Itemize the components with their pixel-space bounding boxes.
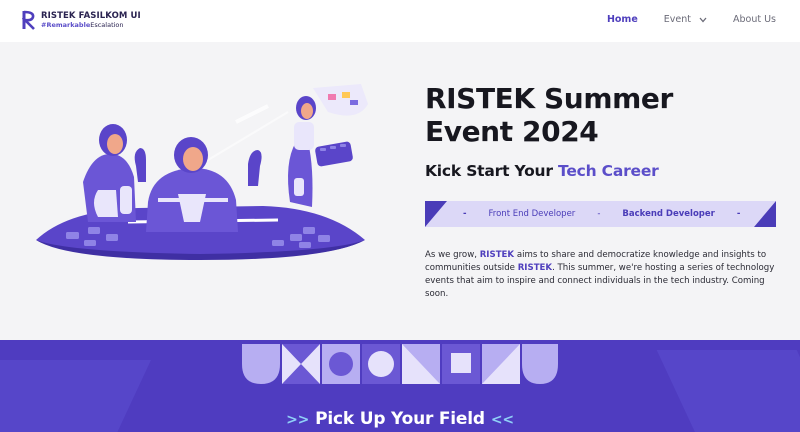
- role-bar-left-triangle: [425, 201, 447, 227]
- role-item-frontend: Front End Developer: [488, 209, 576, 219]
- role-item-backend: Backend Developer: [622, 209, 715, 219]
- double-chevron-left-icon: <<: [490, 412, 514, 428]
- nav-links: Home Event About Us: [581, 14, 776, 25]
- role-separator: -: [597, 209, 601, 219]
- pick-field-heading: >> Pick Up Your Field <<: [0, 409, 800, 429]
- ristek-logo-icon: [22, 10, 35, 30]
- hero-title-line-1: RISTEK Summer: [425, 82, 673, 115]
- hero-illustration: [36, 84, 368, 260]
- top-navbar: RISTEK FASILKOM UI #RemarkableEscalation…: [0, 0, 800, 42]
- hero-subtitle-accent: Tech Career: [558, 162, 659, 180]
- role-bar-right-triangle: [754, 201, 776, 227]
- nav-link-event[interactable]: Event: [664, 14, 707, 25]
- hero-title: RISTEK Summer Event 2024: [425, 82, 785, 148]
- brand-tagline: #RemarkableEscalation: [41, 21, 124, 29]
- role-separator: -: [736, 209, 741, 219]
- pick-field-section: >> Pick Up Your Field <<: [0, 340, 800, 432]
- chevron-down-icon: [699, 17, 707, 22]
- hero-title-line-2: Event 2024: [425, 115, 599, 148]
- hero-subtitle-prefix: Kick Start Your: [425, 162, 559, 180]
- hero-description: As we grow, RISTEK aims to share and dem…: [425, 250, 775, 299]
- pick-field-title: Pick Up Your Field: [315, 409, 485, 429]
- role-separator: -: [463, 209, 467, 219]
- nav-link-home[interactable]: Home: [607, 14, 638, 25]
- role-items: - Front End Developer - Backend Develope…: [463, 201, 740, 227]
- double-chevron-right-icon: >>: [286, 412, 310, 428]
- nav-link-about[interactable]: About Us: [733, 14, 776, 25]
- hero-subtitle: Kick Start Your Tech Career: [425, 162, 659, 180]
- brand-name: RISTEK FASILKOM UI: [41, 10, 141, 21]
- nav-link-event-label: Event: [663, 14, 691, 25]
- geometric-shapes-decoration: [242, 344, 558, 384]
- role-marquee: - Front End Developer - Backend Develope…: [425, 201, 776, 227]
- brand-logo[interactable]: RISTEK FASILKOM UI #RemarkableEscalation: [22, 10, 141, 30]
